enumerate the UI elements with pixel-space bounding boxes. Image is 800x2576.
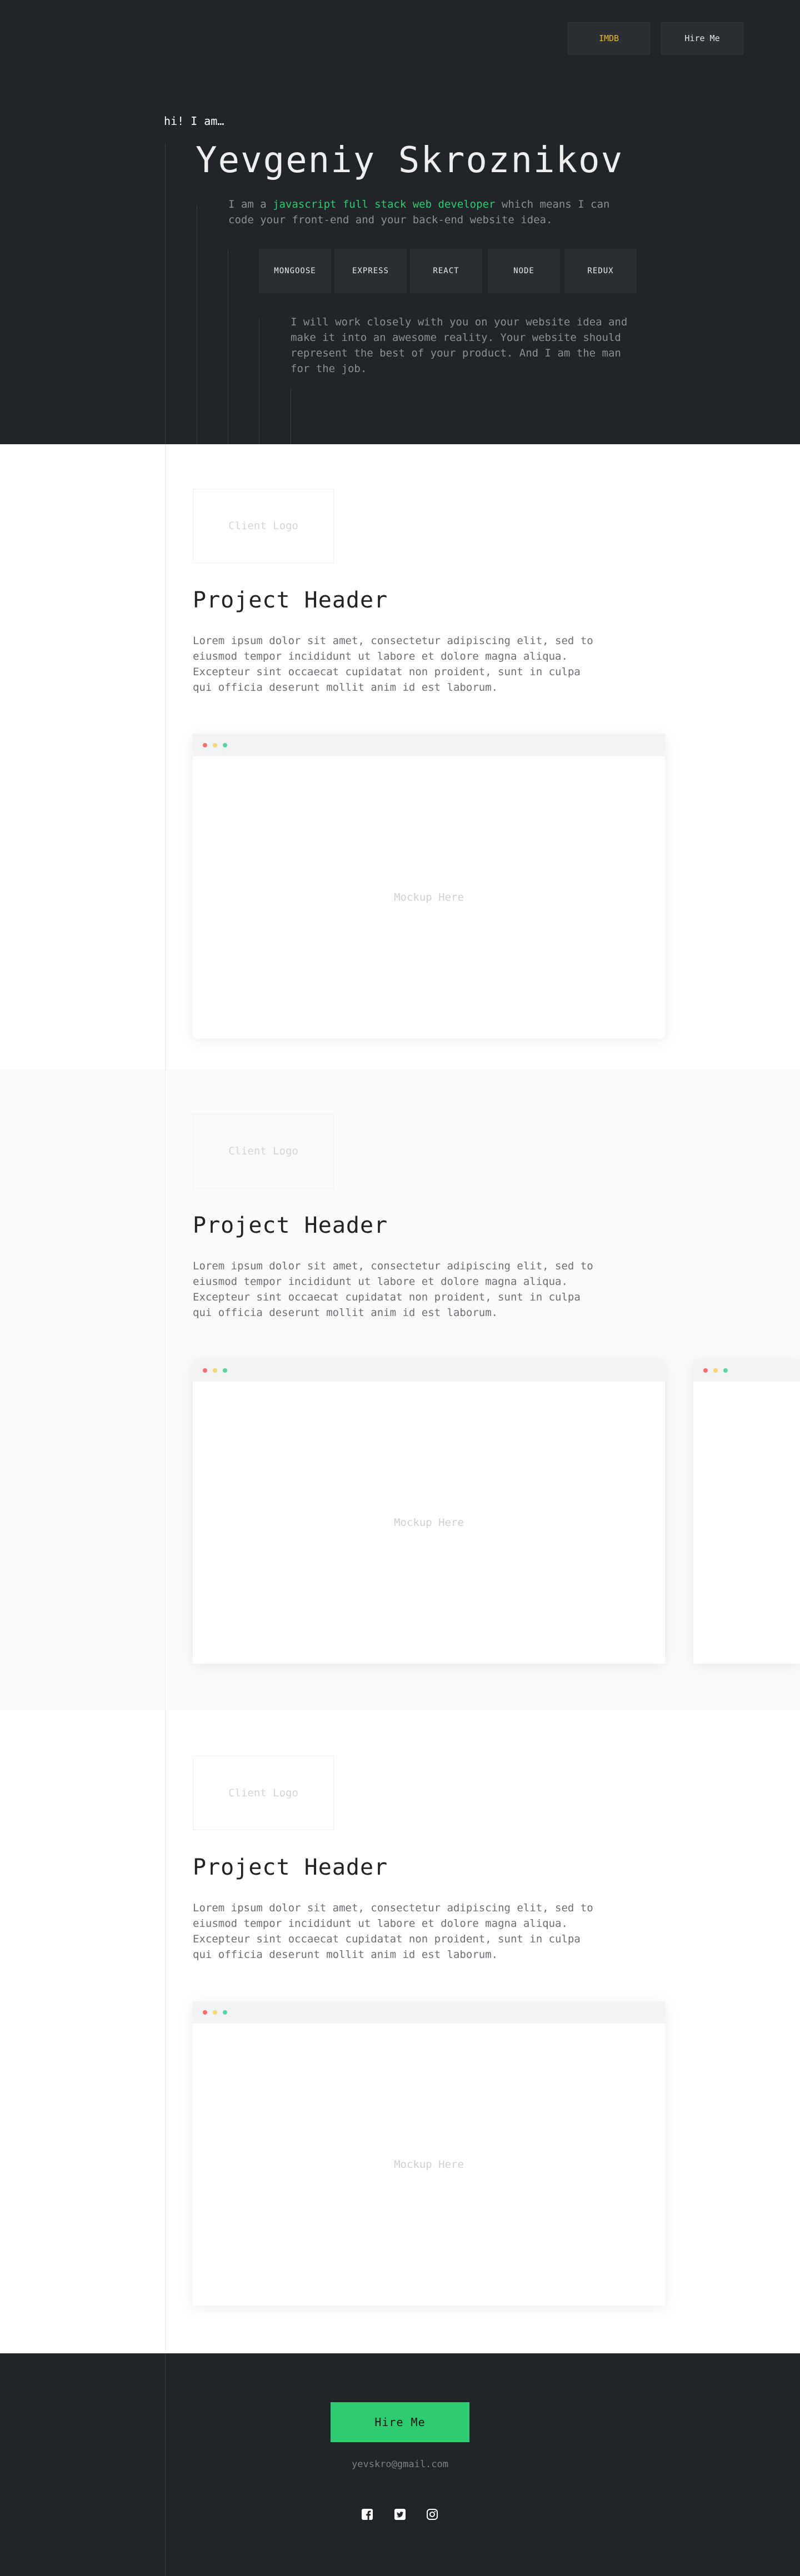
project-header: Project Header: [193, 1855, 388, 1880]
mockup-window: Mockup Here: [193, 2001, 665, 2306]
stack-badge-redux: REDUX: [564, 249, 637, 293]
stack-badge-node: NODE: [488, 249, 560, 293]
hero-section: IMDB Hire Me hi! I am… Yevgeniy Skroznik…: [0, 0, 800, 444]
timeline-line: [165, 1069, 166, 1710]
twitter-icon[interactable]: [393, 2507, 407, 2522]
window-maximize-dot: [223, 2010, 227, 2015]
imdb-button[interactable]: IMDB: [568, 22, 650, 54]
contact-email[interactable]: yevskro@gmail.com: [0, 2459, 800, 2470]
window-close-dot: [203, 1368, 207, 1373]
hero-intro: I am a javascript full stack web develop…: [228, 197, 639, 228]
window-minimize-dot: [213, 1368, 217, 1373]
hero-promise: I will work closely with you on your web…: [291, 316, 628, 375]
window-minimize-dot: [213, 2010, 217, 2015]
stack-badge-react: REACT: [410, 249, 482, 293]
hire-me-nav-button[interactable]: Hire Me: [661, 22, 743, 54]
facebook-icon[interactable]: [360, 2507, 374, 2522]
window-close-dot: [203, 2010, 207, 2015]
mockup-window-next: [693, 1359, 800, 1664]
window-maximize-dot: [723, 1368, 728, 1373]
window-minimize-dot: [213, 743, 217, 747]
project-section: Client Logo Project Header Lorem ipsum d…: [0, 444, 800, 1069]
mockup-window: Mockup Here: [193, 1359, 665, 1664]
client-logo: Client Logo: [193, 489, 334, 563]
instagram-icon[interactable]: [425, 2507, 439, 2522]
hire-me-button[interactable]: Hire Me: [331, 2402, 469, 2442]
footer: Hire Me yevskro@gmail.com: [0, 2353, 800, 2576]
window-close-dot: [203, 743, 207, 747]
window-close-dot: [703, 1368, 708, 1373]
mockup-placeholder: Mockup Here: [394, 2158, 464, 2171]
project-section: Client Logo Project Header Lorem ipsum d…: [0, 1710, 800, 2353]
mockup-titlebar: [193, 1359, 665, 1382]
stack-badge-mongoose: MONGOOSE: [259, 249, 331, 293]
timeline-line: [165, 444, 166, 1069]
stack-badge-express: EXPRESS: [334, 249, 407, 293]
intro-prefix: I am a: [228, 198, 273, 210]
greeting: hi! I am…: [164, 114, 224, 128]
hero-name: Yevgeniy Skroznikov: [196, 140, 624, 181]
client-logo: Client Logo: [193, 1756, 334, 1830]
mockup-placeholder: Mockup Here: [394, 891, 464, 903]
project-description: Lorem ipsum dolor sit amet, consectetur …: [193, 1902, 593, 1961]
window-minimize-dot: [713, 1368, 718, 1373]
mockup-titlebar: [693, 1359, 800, 1382]
mockup-titlebar: [193, 734, 665, 756]
client-logo: Client Logo: [193, 1114, 334, 1188]
window-maximize-dot: [223, 743, 227, 747]
project-description: Lorem ipsum dolor sit amet, consectetur …: [193, 635, 593, 694]
mockup-placeholder: Mockup Here: [394, 1517, 464, 1529]
window-maximize-dot: [223, 1368, 227, 1373]
project-description: Lorem ipsum dolor sit amet, consectetur …: [193, 1260, 593, 1319]
mockup-window: Mockup Here: [193, 734, 665, 1038]
project-header: Project Header: [193, 1213, 388, 1238]
timeline-line: [165, 143, 166, 444]
intro-highlight: javascript full stack web developer: [273, 198, 496, 210]
mockup-titlebar: [193, 2001, 665, 2023]
project-section: Client Logo Project Header Lorem ipsum d…: [0, 1069, 800, 1710]
project-header: Project Header: [193, 587, 388, 613]
timeline-line: [165, 1710, 166, 2353]
